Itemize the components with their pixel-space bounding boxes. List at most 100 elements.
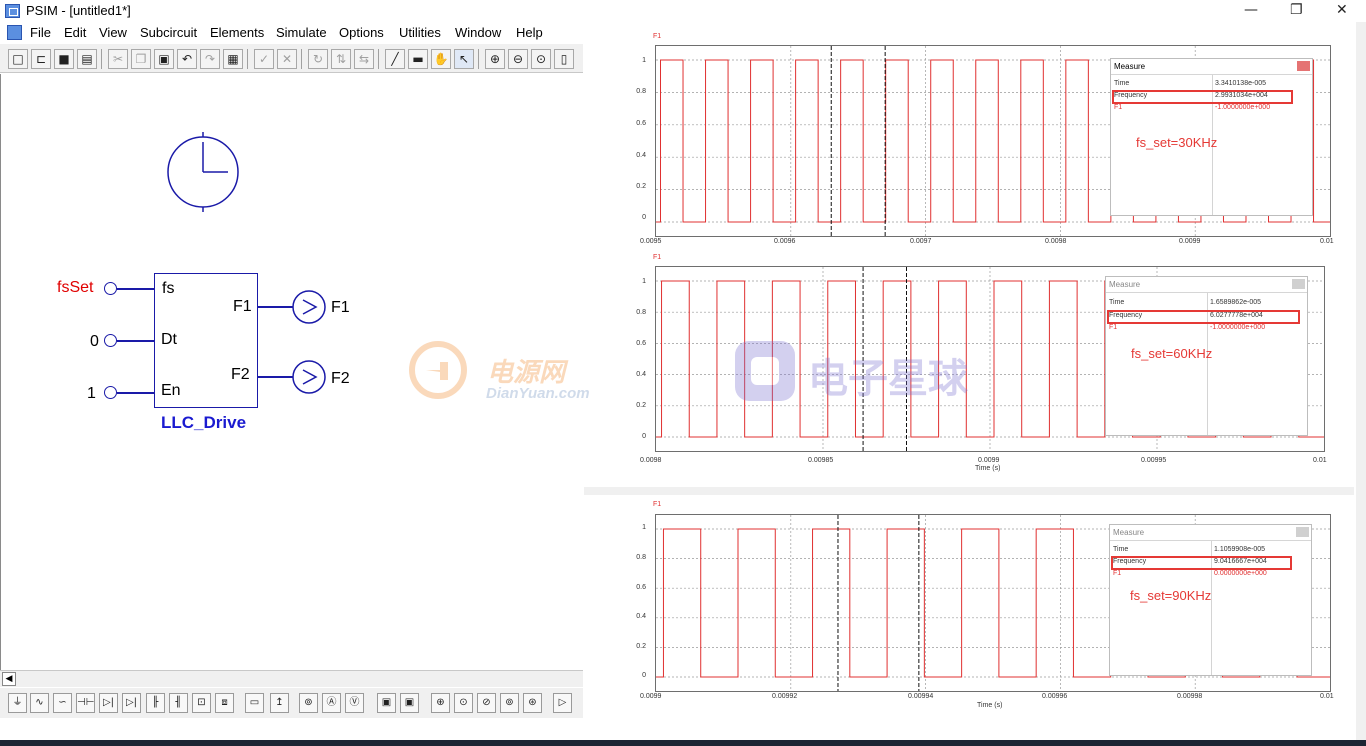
- input-pin-en[interactable]: [104, 386, 117, 399]
- copy-icon[interactable]: ❐: [131, 49, 151, 69]
- redo-icon[interactable]: ↷: [200, 49, 220, 69]
- measure-row-name: Time: [1109, 299, 1125, 306]
- menu-subcircuit[interactable]: Subcircuit: [140, 25, 197, 40]
- document-icon[interactable]: [7, 25, 22, 40]
- zoom-out-icon[interactable]: ⊖: [508, 49, 528, 69]
- resistor-icon[interactable]: ∿: [30, 693, 49, 713]
- llc-drive-block[interactable]: fs Dt En F1 F2: [154, 273, 258, 408]
- clipboard-icon[interactable]: ▦: [223, 49, 243, 69]
- save-icon[interactable]: ■: [54, 49, 74, 69]
- measure-panel-2[interactable]: Measure Time 1.6589862e-005 Frequency 6.…: [1105, 276, 1308, 436]
- undo-icon[interactable]: ↶: [177, 49, 197, 69]
- menu-view[interactable]: View: [99, 25, 127, 40]
- comparator-icon[interactable]: ▭: [245, 693, 264, 713]
- select-arrow-icon[interactable]: ↖: [454, 49, 474, 69]
- waveform-plot-3[interactable]: F1 1 0.8 0.6 0.4 0.2 0 0.0099 0.00992 0.…: [636, 500, 1340, 718]
- input-pin-fs[interactable]: [104, 282, 117, 295]
- frequency-highlight-box: [1111, 556, 1292, 570]
- cut-icon[interactable]: ✂: [108, 49, 128, 69]
- plot1-ytick: 0.6: [636, 120, 646, 127]
- plot1-xtick: 0.0098: [1045, 238, 1067, 245]
- plot1-ytick: 0: [642, 214, 646, 221]
- watermark-dianyuan-cn: 电源网: [487, 357, 566, 387]
- menu-file[interactable]: File: [30, 25, 51, 40]
- capacitor-icon[interactable]: ⊣⊢: [76, 693, 95, 713]
- measure-close-icon[interactable]: [1292, 279, 1305, 289]
- input-label-fsset: fsSet: [57, 279, 94, 296]
- voltage-probe-icon[interactable]: ↥: [270, 693, 289, 713]
- horizontal-scrollbar[interactable]: ◀: [0, 670, 583, 687]
- pan-hand-icon[interactable]: ✋: [431, 49, 451, 69]
- menu-window[interactable]: Window: [455, 25, 501, 40]
- open-icon[interactable]: ⊏: [31, 49, 51, 69]
- diode-icon[interactable]: ▷|: [99, 693, 118, 713]
- input-pin-dt[interactable]: [104, 334, 117, 347]
- plot2-xtick: 0.01: [1313, 457, 1327, 464]
- voltage-probe-f1-icon[interactable]: [292, 290, 328, 324]
- check-icon[interactable]: ✓: [254, 49, 274, 69]
- plot1-ytick: 0.2: [636, 183, 646, 190]
- igbt-icon[interactable]: ╢: [169, 693, 188, 713]
- scroll-left-icon[interactable]: ◀: [2, 672, 16, 686]
- mosfet-icon[interactable]: ╟: [146, 693, 165, 713]
- menu-elements[interactable]: Elements: [210, 25, 264, 40]
- scope-icon[interactable]: Ⓥ: [345, 693, 364, 713]
- escape-icon[interactable]: ✕: [277, 49, 297, 69]
- switch-icon[interactable]: ⊡: [192, 693, 211, 713]
- plot-divider-scrollbar[interactable]: [584, 487, 1354, 495]
- right-scrollbar[interactable]: [1356, 22, 1366, 740]
- measure-row-value: 0.0000000e+000: [1214, 570, 1267, 577]
- dc-source-icon[interactable]: ▣: [377, 693, 396, 713]
- step-source-icon[interactable]: ⊕: [431, 693, 450, 713]
- ac-source-icon[interactable]: ▣: [400, 693, 419, 713]
- ammeter-icon[interactable]: Ⓐ: [322, 693, 341, 713]
- plot3-xtick: 0.00998: [1177, 693, 1203, 700]
- label-icon[interactable]: ▬: [408, 49, 428, 69]
- title-bar: PSIM - [untitled1*]: [0, 0, 583, 22]
- clock-icon[interactable]: [164, 132, 244, 212]
- close-button[interactable]: ✕: [1336, 2, 1348, 18]
- current-source-icon[interactable]: ⊘: [477, 693, 496, 713]
- zoom-in-icon[interactable]: ⊕: [485, 49, 505, 69]
- waveform-plot-1[interactable]: F1 1 0.8 0.6 0.4 0.2 0 0.0095 0.0096 0.0…: [636, 32, 1340, 247]
- new-icon[interactable]: □: [8, 49, 28, 69]
- current-probe-icon[interactable]: ⊚: [299, 693, 318, 713]
- plot2-series-label: F1: [653, 254, 662, 261]
- menu-utilities[interactable]: Utilities: [399, 25, 441, 40]
- control-icon[interactable]: ▷: [553, 693, 572, 713]
- mirror-icon[interactable]: ⇆: [354, 49, 374, 69]
- plot3-xtick: 0.0099: [640, 693, 662, 700]
- page-icon[interactable]: ▯: [554, 49, 574, 69]
- minimize-button[interactable]: —: [1244, 2, 1258, 18]
- sine-source-icon[interactable]: ⊚: [500, 693, 519, 713]
- measure-panel-3[interactable]: Measure Time 1.1059908e-005 Frequency 9.…: [1109, 524, 1312, 676]
- voltage-probe-f2-icon[interactable]: [292, 360, 328, 394]
- inductor-icon[interactable]: ∽: [53, 693, 72, 713]
- paste-icon[interactable]: ▣: [154, 49, 174, 69]
- plot1-xtick: 0.0099: [1179, 238, 1201, 245]
- menu-options[interactable]: Options: [339, 25, 384, 40]
- measure-panel-1[interactable]: Measure Time 3.3410138e-005 Frequency 2.…: [1110, 58, 1313, 216]
- plot2-ytick: 0.2: [636, 402, 646, 409]
- measure-close-icon[interactable]: [1296, 527, 1309, 537]
- menu-simulate[interactable]: Simulate: [276, 25, 327, 40]
- wire-icon[interactable]: ╱: [385, 49, 405, 69]
- flip-icon[interactable]: ⇅: [331, 49, 351, 69]
- measure-row-value: -1.0000000e+000: [1215, 104, 1271, 111]
- plot3-xtick: 0.00994: [908, 693, 934, 700]
- print-icon[interactable]: ▤: [77, 49, 97, 69]
- restore-button[interactable]: ❐: [1290, 2, 1303, 18]
- square-source-icon[interactable]: ⊛: [523, 693, 542, 713]
- zoom-fit-icon[interactable]: ⊙: [531, 49, 551, 69]
- triangle-source-icon[interactable]: ⊙: [454, 693, 473, 713]
- rotate-icon[interactable]: ↻: [308, 49, 328, 69]
- menu-help[interactable]: Help: [516, 25, 543, 40]
- menu-edit[interactable]: Edit: [64, 25, 86, 40]
- measure-close-icon[interactable]: [1297, 61, 1310, 71]
- transformer-icon[interactable]: ⧈: [215, 693, 234, 713]
- ground-icon[interactable]: ⏚: [8, 693, 27, 713]
- plot3-ytick: 0.8: [636, 554, 646, 561]
- thyristor-icon[interactable]: ▷|: [122, 693, 141, 713]
- psim-app-icon: [5, 4, 20, 18]
- plot3-xtick: 0.00996: [1042, 693, 1068, 700]
